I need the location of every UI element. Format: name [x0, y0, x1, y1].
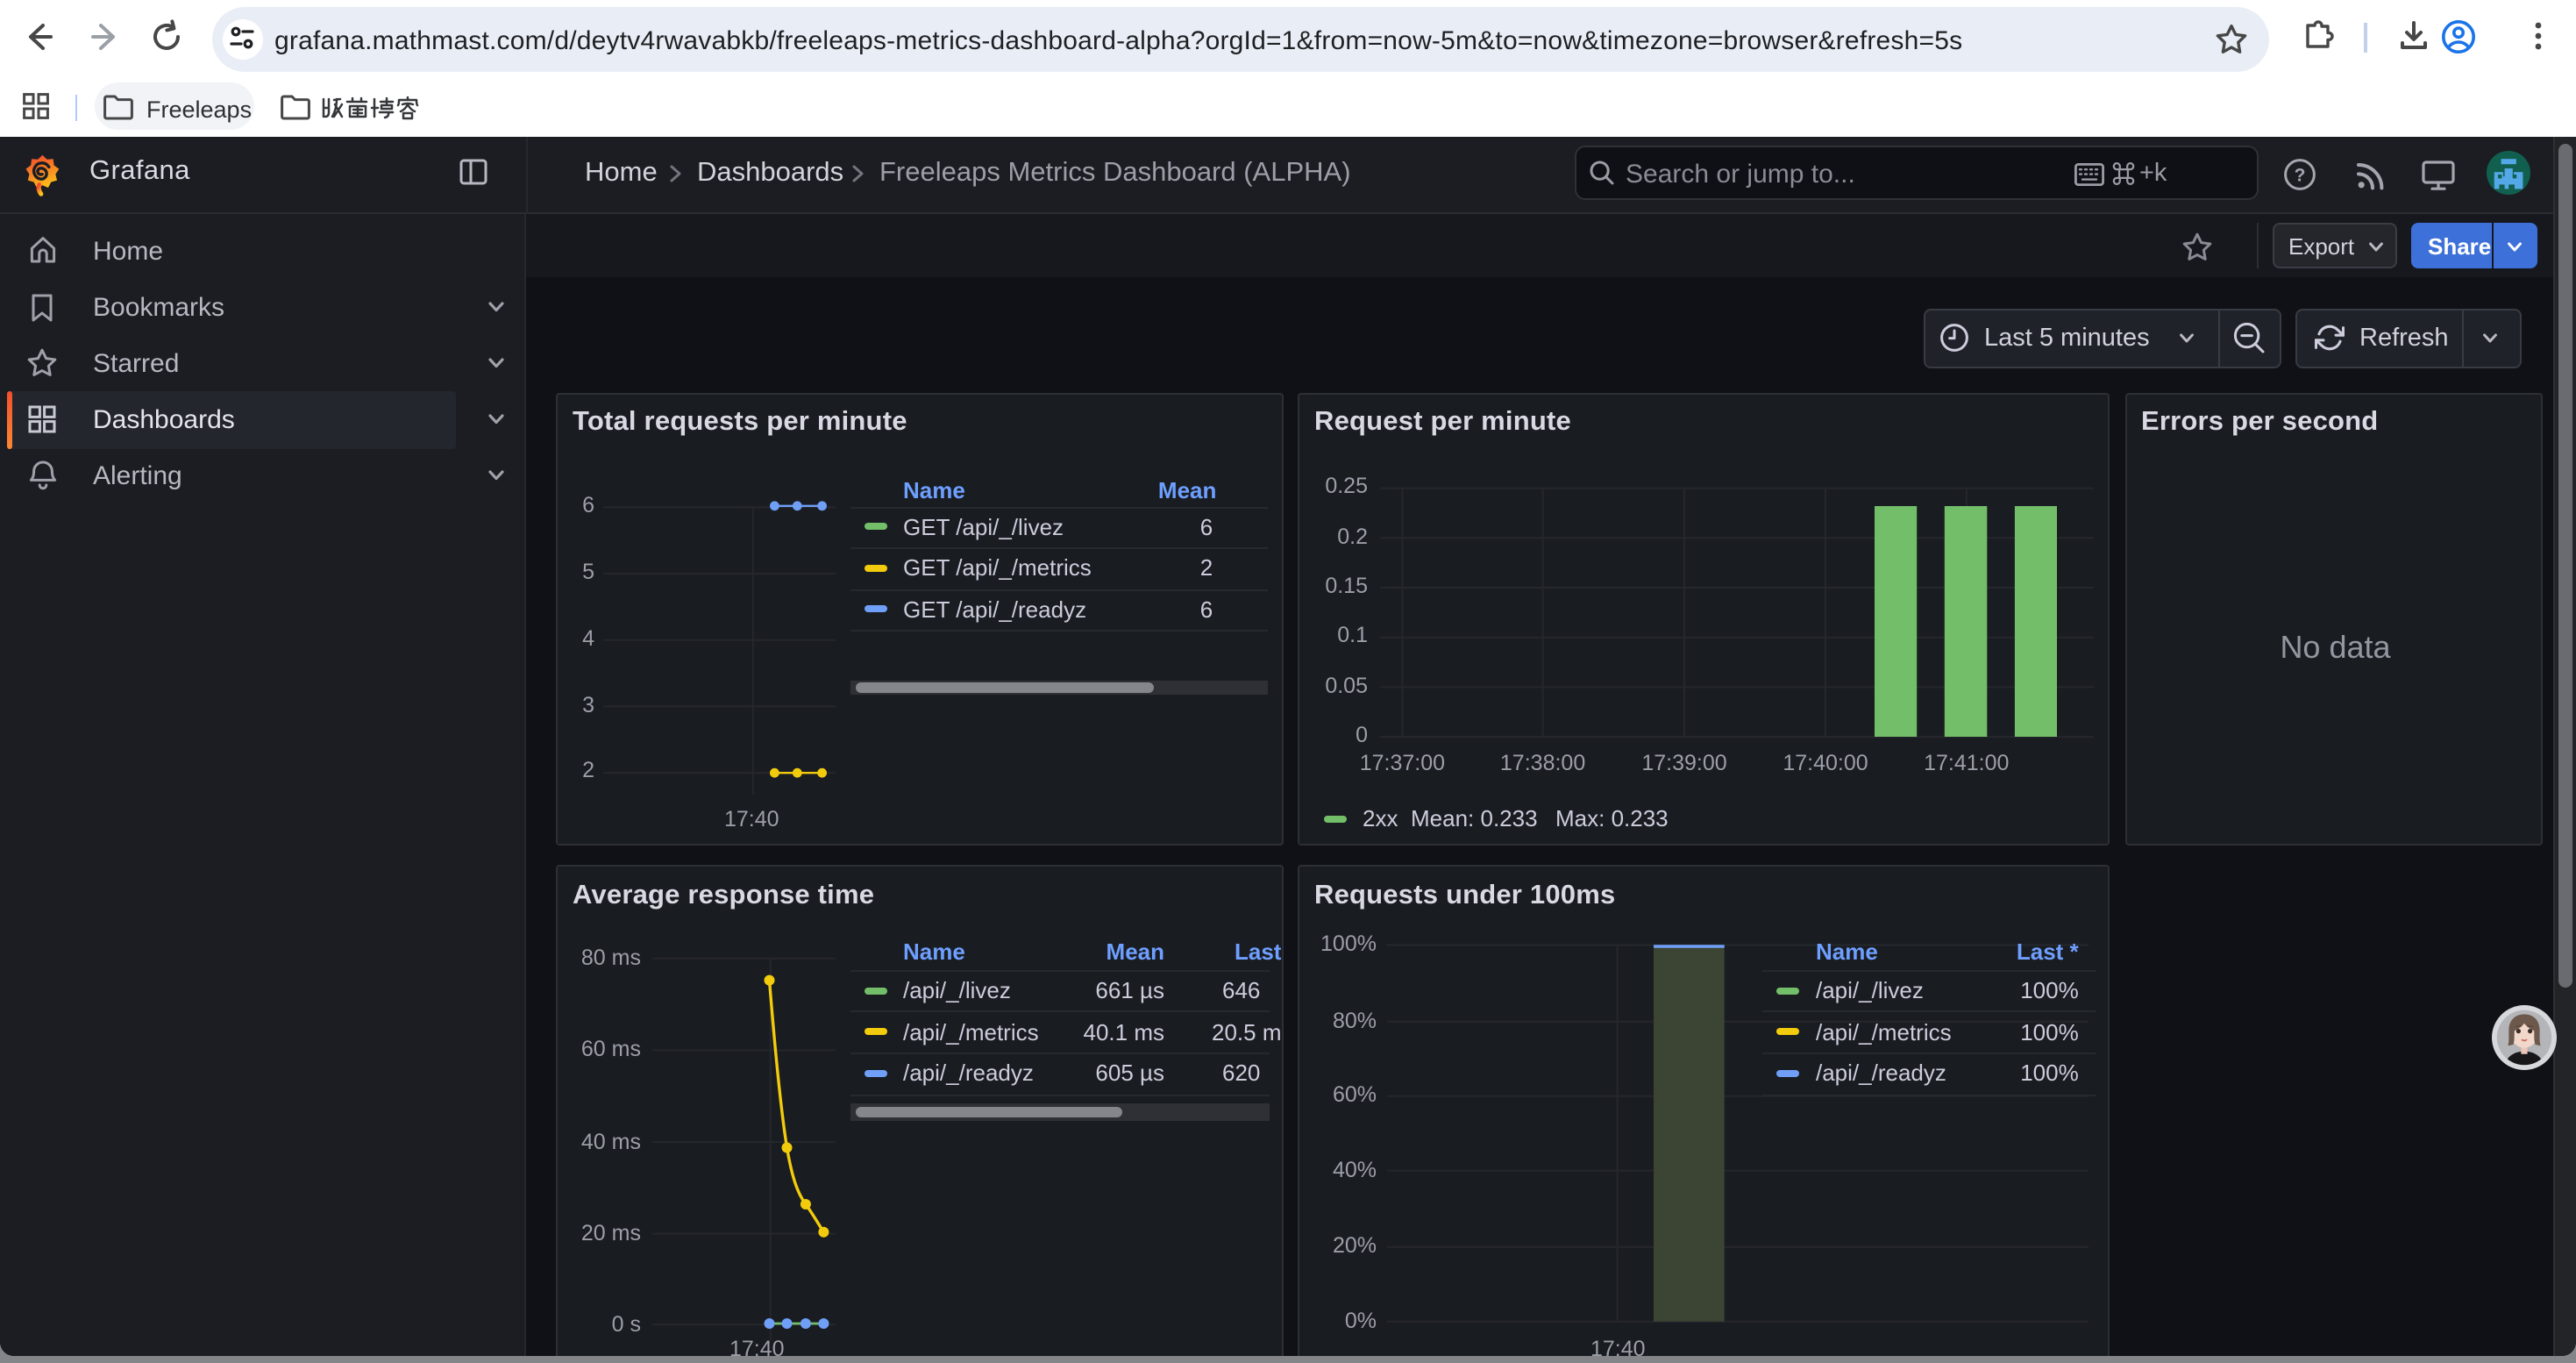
svg-text:?: ? [2295, 165, 2306, 185]
